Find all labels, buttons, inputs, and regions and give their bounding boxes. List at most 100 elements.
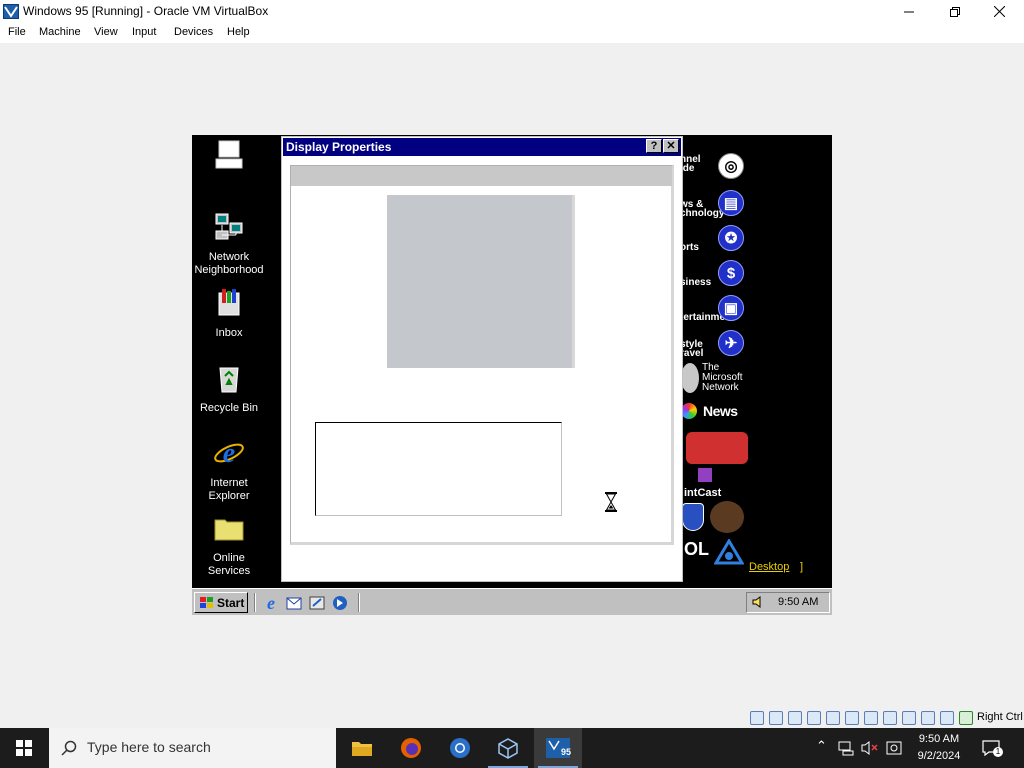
dialog-title: Display Properties bbox=[286, 140, 392, 154]
show-hidden-icons-chevron-icon[interactable]: ⌃ bbox=[816, 738, 827, 754]
dialog-help-button[interactable]: ? bbox=[646, 139, 662, 153]
entertainment-icon[interactable]: ▣ bbox=[718, 295, 744, 321]
channel-lifestyle-label[interactable]: style ravel bbox=[680, 340, 703, 359]
desktop-icon-recycle-bin[interactable]: Recycle Bin bbox=[192, 362, 269, 415]
windows-logo-icon bbox=[16, 740, 32, 756]
floppy-status-icon[interactable] bbox=[788, 711, 802, 725]
vm-tray-icon[interactable] bbox=[886, 740, 902, 756]
svg-text:95: 95 bbox=[561, 747, 571, 757]
menu-machine[interactable]: Machine bbox=[39, 26, 81, 38]
windows-start-button[interactable] bbox=[0, 728, 48, 768]
wallpaper-list[interactable] bbox=[315, 422, 562, 516]
volume-speaker-icon[interactable] bbox=[751, 595, 765, 609]
dialog-content-panel bbox=[290, 165, 674, 545]
display-status-icon[interactable] bbox=[883, 711, 897, 725]
looney-tunes-icon[interactable] bbox=[710, 501, 744, 533]
chrome-icon bbox=[450, 738, 470, 758]
vm-screen[interactable]: Network Neighborhood Inbox Recycle Bin e… bbox=[192, 135, 832, 615]
video-capture-status-icon[interactable] bbox=[902, 711, 916, 725]
msnbc-news-label[interactable]: News bbox=[703, 403, 738, 419]
monitor-preview bbox=[387, 195, 575, 368]
window-titlebar: Windows 95 [Running] - Oracle VM Virtual… bbox=[0, 0, 1024, 23]
desktop-icon-label: Network bbox=[208, 251, 250, 263]
pointcast-label[interactable]: intCast bbox=[684, 487, 721, 499]
disney-channel-icon[interactable] bbox=[686, 432, 748, 464]
quicklaunch-view-channels-icon[interactable] bbox=[331, 594, 349, 612]
hourglass-cursor-icon bbox=[605, 492, 617, 512]
desktop-channel-link[interactable]: Desktop bbox=[749, 561, 789, 573]
taskbar-chrome[interactable] bbox=[436, 728, 484, 768]
lifestyle-travel-plane-icon[interactable]: ✈ bbox=[718, 330, 744, 356]
dialog-tab-strip[interactable] bbox=[291, 166, 672, 186]
close-button[interactable] bbox=[976, 0, 1022, 23]
desktop-icon-label: Neighborhood bbox=[194, 264, 264, 276]
recycle-bin-icon bbox=[219, 367, 239, 393]
taskbar-windows95-vm[interactable]: 95 bbox=[534, 728, 582, 768]
taskbar-virtualbox-manager[interactable] bbox=[484, 728, 532, 768]
clock-date: 9/2/2024 bbox=[917, 750, 961, 762]
taskbar-clock[interactable]: 9:50 AM 9/2/2024 bbox=[904, 731, 974, 765]
menu-devices[interactable]: Devices bbox=[174, 26, 213, 38]
desktop-icon-label: Online bbox=[213, 552, 245, 564]
optical-drive-status-icon[interactable] bbox=[769, 711, 783, 725]
menu-file[interactable]: File bbox=[8, 26, 26, 38]
shared-folders-status-icon[interactable] bbox=[864, 711, 878, 725]
vm-status-bar: Right Ctrl bbox=[0, 708, 1024, 728]
menu-input[interactable]: Input bbox=[132, 26, 156, 38]
virtualbox-icon bbox=[3, 4, 19, 19]
desktop-icon-internet-explorer[interactable]: e Internet Explorer bbox=[192, 437, 269, 503]
channel-guide-icon[interactable]: ◎ bbox=[718, 153, 744, 179]
action-center-button[interactable]: 1 bbox=[981, 738, 1003, 758]
taskbar-file-explorer[interactable] bbox=[338, 728, 386, 768]
news-technology-icon[interactable]: ▤ bbox=[718, 190, 744, 216]
desktop-icon-inbox[interactable]: Inbox bbox=[192, 287, 269, 340]
business-dollar-icon[interactable]: $ bbox=[718, 260, 744, 286]
windows95-vm-icon: 95 bbox=[546, 738, 571, 758]
network-icon[interactable] bbox=[838, 740, 854, 756]
internet-explorer-icon: e bbox=[214, 438, 244, 469]
windows-taskbar: Type here to search 95 ⌃ 9:50 AM 9/2/202… bbox=[0, 728, 1024, 768]
hard-disk-status-icon[interactable] bbox=[750, 711, 764, 725]
notification-badge: 1 bbox=[993, 747, 1003, 757]
maximize-button[interactable] bbox=[932, 0, 978, 23]
usb-status-icon[interactable] bbox=[845, 711, 859, 725]
display-properties-dialog[interactable]: Display Properties ? ✕ bbox=[281, 136, 683, 582]
desktop-icon-my-computer[interactable] bbox=[192, 139, 269, 179]
aol-label[interactable]: OL bbox=[684, 539, 709, 560]
dialog-close-button[interactable]: ✕ bbox=[663, 139, 679, 153]
file-explorer-icon bbox=[352, 742, 372, 756]
channel-guide-label[interactable]: nnel ide bbox=[680, 155, 701, 174]
inbox-icon bbox=[218, 289, 240, 316]
nbc-peacock-icon bbox=[681, 403, 697, 419]
minimize-button[interactable] bbox=[886, 0, 932, 23]
tray-clock[interactable]: 9:50 AM bbox=[778, 596, 818, 608]
channel-business-label[interactable]: siness bbox=[680, 278, 711, 288]
desktop-icon-label: Explorer bbox=[208, 490, 250, 502]
warner-bros-icon[interactable] bbox=[682, 503, 704, 531]
menu-help[interactable]: Help bbox=[227, 26, 250, 38]
virtualization-status-icon[interactable] bbox=[921, 711, 935, 725]
audio-status-icon[interactable] bbox=[807, 711, 821, 725]
desktop-icon-label: Internet bbox=[210, 477, 248, 489]
menu-view[interactable]: View bbox=[94, 26, 118, 38]
volume-muted-icon[interactable] bbox=[861, 740, 879, 756]
svg-text:e: e bbox=[223, 438, 235, 469]
taskbar-firefox[interactable] bbox=[387, 728, 435, 768]
mouse-integration-status-icon[interactable] bbox=[940, 711, 954, 725]
desktop-icon-online-services[interactable]: Online Services bbox=[192, 512, 269, 578]
desktop-channel-bracket: ] bbox=[800, 561, 804, 573]
desktop-icon-label: Inbox bbox=[215, 327, 243, 339]
quicklaunch-ie-icon[interactable]: e bbox=[262, 594, 280, 612]
start-button[interactable]: Start bbox=[194, 592, 248, 613]
network-status-icon[interactable] bbox=[826, 711, 840, 725]
taskbar-separator bbox=[358, 593, 360, 612]
keyboard-status-icon[interactable] bbox=[959, 711, 973, 725]
desktop-icon-network-neighborhood[interactable]: Network Neighborhood bbox=[192, 211, 269, 277]
sports-icon[interactable]: ✪ bbox=[718, 225, 744, 251]
dialog-titlebar[interactable]: Display Properties bbox=[283, 138, 681, 156]
quicklaunch-show-desktop-icon[interactable] bbox=[308, 594, 326, 612]
quicklaunch-outlook-express-icon[interactable] bbox=[285, 594, 303, 612]
taskbar-search-box[interactable]: Type here to search bbox=[49, 728, 336, 768]
msn-channel-label[interactable]: The Microsoft Network bbox=[702, 363, 743, 393]
msn-logo-icon[interactable] bbox=[681, 363, 699, 393]
